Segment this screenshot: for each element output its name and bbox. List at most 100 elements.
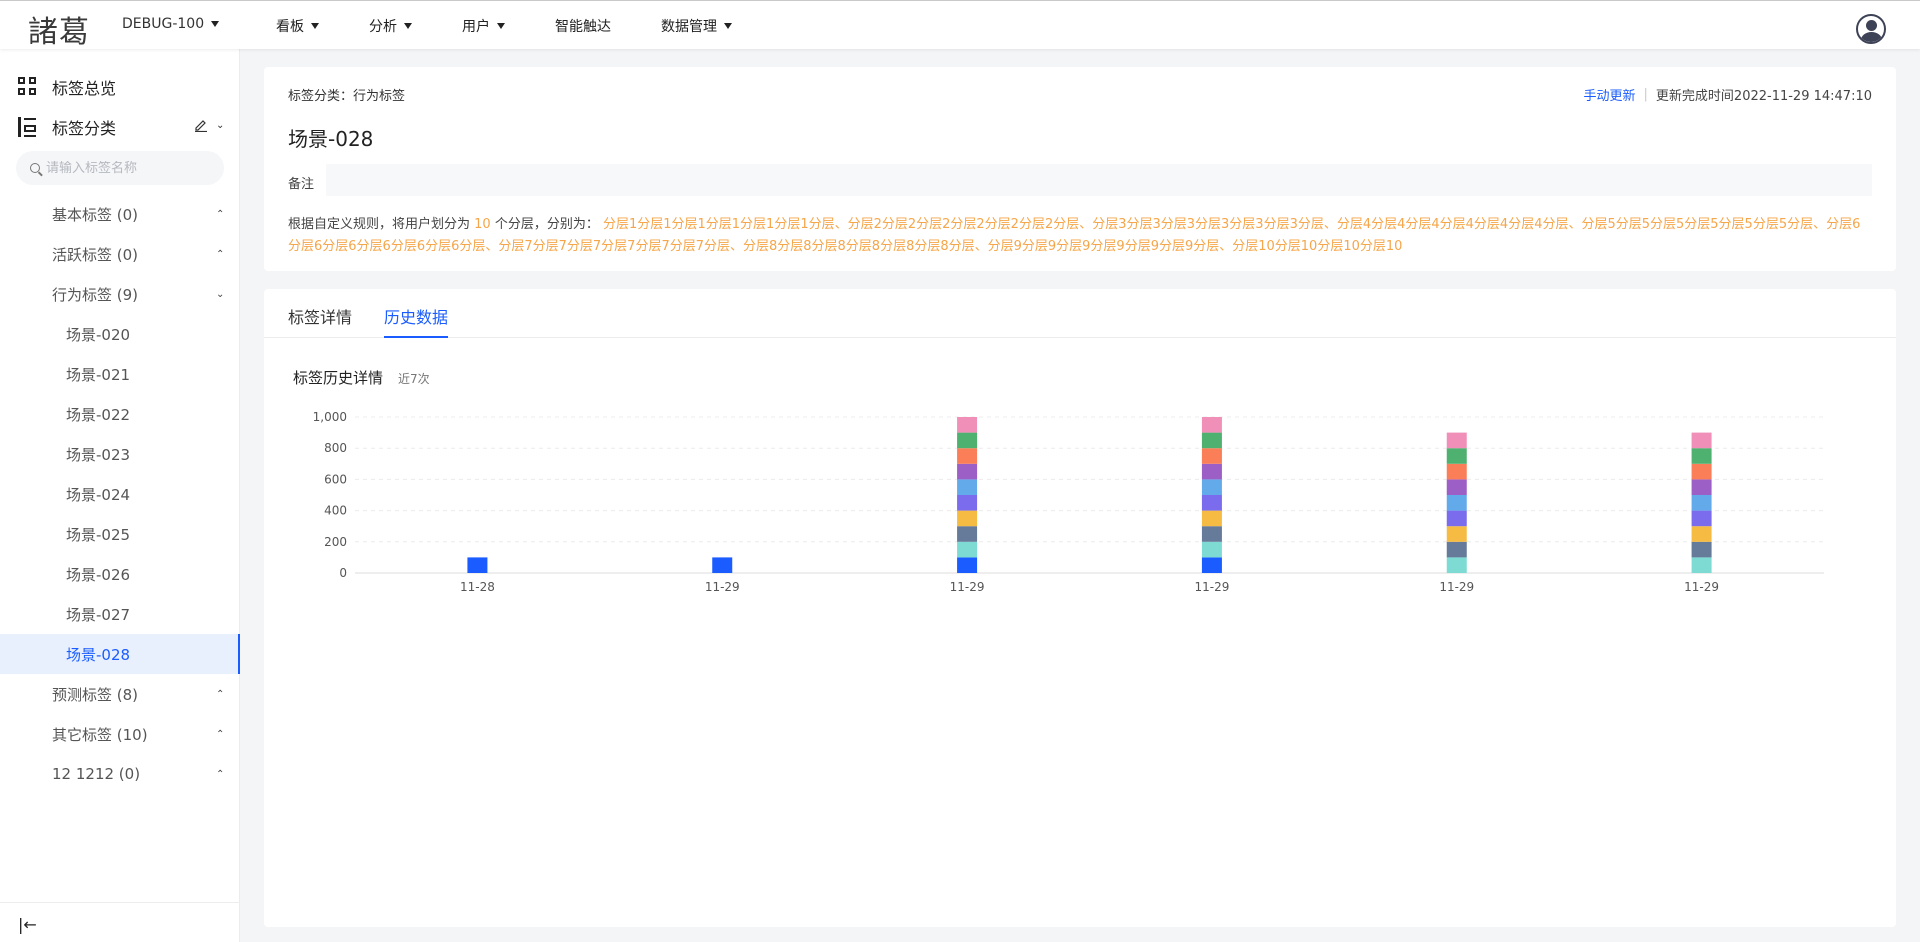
chevron-up-icon: ⌃ [216,248,225,260]
bar-segment [1201,432,1222,449]
x-tick-label: 11-29 [950,580,985,594]
bar-segment [1446,495,1467,511]
tree-item-label: 场景-021 [66,365,131,384]
chevron-down-icon [497,22,505,29]
tree-item-label: 场景-024 [66,485,131,504]
nav-item-users[interactable]: 用户 [462,16,505,36]
y-tick-label: 600 [324,472,347,486]
tree-item-label: 场景-025 [66,525,131,544]
page-title: 场景-028 [288,127,374,151]
tree-item-scene[interactable]: 场景-022 [0,394,240,434]
tab-history-data[interactable]: 历史数据 [384,304,449,338]
chevron-down-icon [404,22,412,29]
bar-segment [1446,463,1467,480]
tag-search [16,151,224,185]
sidebar: 标签总览 标签分类 ⌄ 基本标签 (0) ⌃ 活跃标签 (0) ⌃ 行为标签 (… [0,49,240,942]
history-bar-chart: 0 200 400 600 800 1,000 11-28 11-29 11-29 11-29 11… [313,410,1824,594]
sidebar-item-label: 标签分类 [52,119,117,138]
bar-segment [1446,526,1467,542]
chart-title: 标签历史详情 [293,369,384,387]
nav-item-analysis[interactable]: 分析 [369,16,412,36]
user-avatar-icon[interactable] [1856,14,1886,44]
tab-tag-details[interactable]: 标签详情 [288,304,352,338]
chevron-down-icon[interactable]: ⌄ [216,120,224,131]
bar-segment [957,510,978,527]
tree-group-custom[interactable]: 12 1212 (0) ⌃ [0,754,240,794]
update-status: 手动更新 | 更新完成时间2022-11-29 14:47:10 [1584,85,1872,104]
bar-segment [1446,557,1467,573]
chevron-up-icon: ⌃ [216,208,225,220]
tree-item-scene[interactable]: 场景-025 [0,514,240,554]
tree-group-other[interactable]: 其它标签 (10) ⌃ [0,714,240,754]
nav-label: 智能触达 [555,18,611,35]
bar-segment [1201,448,1222,464]
project-selector[interactable]: DEBUG-100 [122,16,220,32]
bar-segment [1691,479,1712,495]
tree-item-scene[interactable]: 场景-020 [0,314,240,354]
bar-segment [1446,541,1467,558]
bar-segment [1446,510,1467,527]
divider: | [1643,87,1648,102]
sidebar-item-label: 标签总览 [52,79,117,98]
layer-count: 10 [474,217,491,232]
brand-logo[interactable]: 諸葛 [28,7,90,51]
project-name: DEBUG-100 [122,16,205,32]
tree-group-behavior[interactable]: 行为标签 (9) ⌄ [0,274,240,314]
tree-item-scene[interactable]: 场景-026 [0,554,240,594]
tree-group-prediction[interactable]: 预测标签 (8) ⌃ [0,674,240,714]
sidebar-item-category[interactable]: 标签分类 [18,115,116,139]
y-tick-label: 800 [324,441,347,455]
main-nav: 看板 分析 用户 智能触达 数据管理 [276,1,732,50]
nav-item-dashboard[interactable]: 看板 [276,16,319,36]
search-icon [30,163,40,173]
bar-segment [957,526,978,542]
nav-item-smart-reach[interactable]: 智能触达 [555,16,611,36]
tag-search-input[interactable] [46,160,216,176]
list-icon [18,117,38,137]
layer-rule-text: 根据自定义规则，将用户划分为 10 个分层，分别为： 分层1分层1分层1分层1分… [288,214,1872,258]
collapse-sidebar-icon[interactable]: |← [18,915,37,934]
bar-segment [1201,510,1222,527]
bar-segment [957,432,978,449]
tag-category-line: 标签分类：行为标签 [288,89,406,104]
bar-segment [1201,495,1222,511]
bar-segment [1691,557,1712,573]
manual-update-link[interactable]: 手动更新 [1584,85,1636,104]
tag-info-card: 标签分类：行为标签 手动更新 | 更新完成时间2022-11-29 14:47:… [264,67,1896,271]
tree-item-label: 场景-026 [66,565,131,584]
nav-label: 用户 [462,18,490,35]
tree-group-basic[interactable]: 基本标签 (0) ⌃ [0,194,240,234]
tree-item-scene[interactable]: 场景-024 [0,474,240,514]
chevron-up-icon: ⌃ [216,688,225,700]
tree-item-scene[interactable]: 场景-027 [0,594,240,634]
tree-item-scene-active[interactable]: 场景-028 [0,634,240,674]
grid-icon [18,77,38,97]
update-time: 更新完成时间2022-11-29 14:47:10 [1655,89,1872,104]
bar-segment [957,557,978,573]
tree-group-active[interactable]: 活跃标签 (0) ⌃ [0,234,240,274]
note-field[interactable] [326,164,1872,196]
nav-item-data-management[interactable]: 数据管理 [661,16,732,36]
chevron-down-icon [211,21,220,27]
bar-segment [1201,557,1222,573]
tree-group-label: 基本标签 (0) [52,205,139,224]
tree-group-label: 12 1212 (0) [52,765,141,783]
y-tick-label: 1,000 [313,410,347,424]
x-tick-label: 11-29 [1439,580,1474,594]
sidebar-item-overview[interactable]: 标签总览 [18,75,116,99]
chevron-down-icon [311,22,319,29]
tree-item-scene[interactable]: 场景-023 [0,434,240,474]
bar-segment [1691,541,1712,558]
divider [0,902,240,903]
tree-item-label: 场景-020 [66,325,131,344]
bar-segment [1691,432,1712,449]
chevron-down-icon: ⌄ [216,288,225,300]
edit-icon[interactable] [194,118,208,132]
bar-segment [1201,526,1222,542]
tree-item-scene[interactable]: 场景-021 [0,354,240,394]
tree-item-label: 场景-028 [66,645,131,664]
nav-label: 看板 [276,18,304,35]
tree-group-label: 活跃标签 (0) [52,245,139,264]
history-card: 标签详情 历史数据 标签历史详情 近7次 0 200 400 600 800 1,000 1… [264,289,1896,927]
y-tick-label: 400 [324,504,347,518]
